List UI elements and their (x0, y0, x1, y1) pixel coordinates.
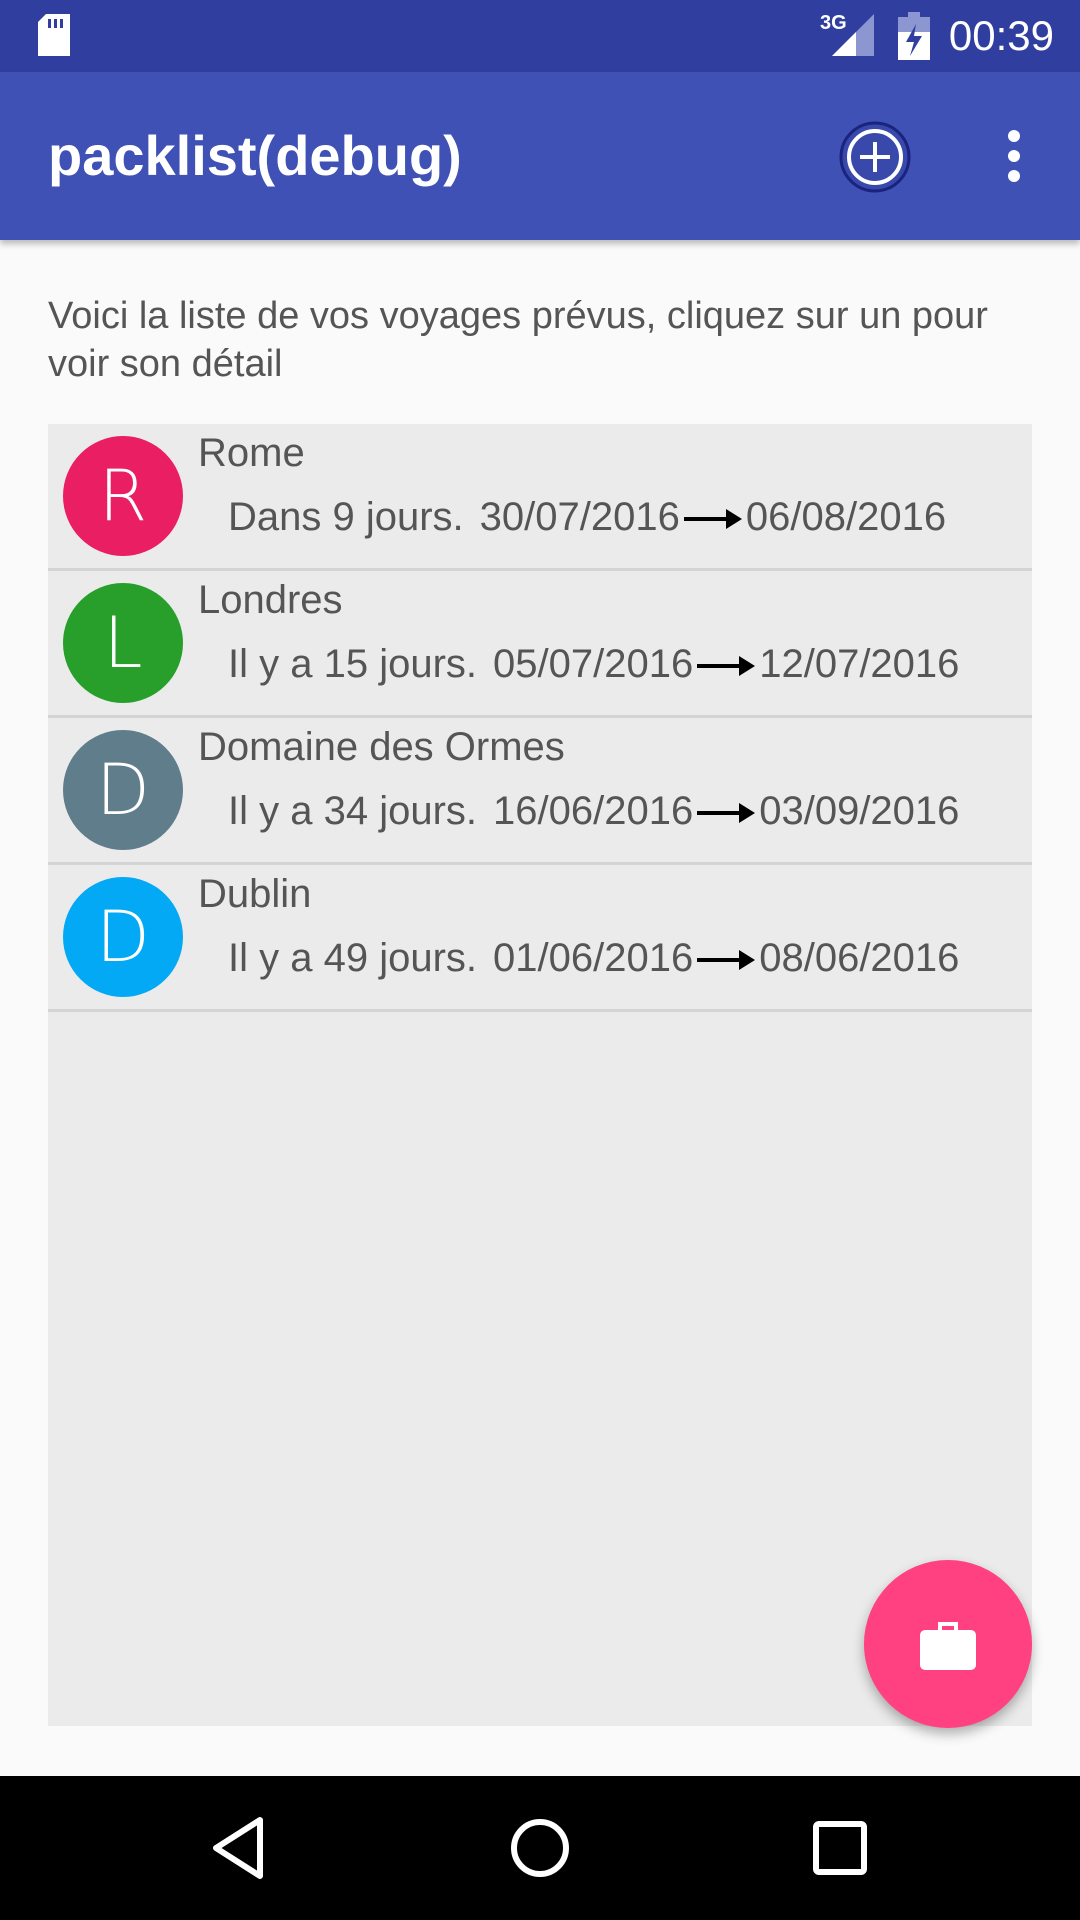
signal-icon: 3G (820, 12, 876, 58)
add-trip-button[interactable] (838, 120, 912, 194)
trip-name: Dublin (198, 872, 312, 916)
briefcase-icon (920, 1622, 976, 1670)
more-options-button[interactable] (996, 120, 1032, 192)
arrow-right-icon (697, 656, 756, 677)
trip-avatar: D (63, 730, 183, 850)
status-clock: 00:39 (948, 12, 1054, 59)
arrow-right-icon (683, 509, 742, 530)
trip-row-dublin[interactable]: D Dublin Il y a 49 jours. 01/06/2016 08/06… (48, 865, 1032, 1012)
trip-meta: Il y a 34 jours. 16/06/2016 03/09/2016 (228, 788, 959, 834)
trip-meta: Il y a 15 jours. 05/07/2016 12/07/2016 (228, 641, 959, 687)
trip-meta: Il y a 49 jours. 01/06/2016 08/06/2016 (228, 935, 959, 981)
trip-list: R Rome Dans 9 jours. 30/07/2016 06/08/2016… (48, 424, 1032, 1726)
back-icon[interactable] (204, 1812, 276, 1884)
trip-relative-time: Il y a 34 jours. (228, 789, 478, 833)
trip-row-londres[interactable]: L Londres Il y a 15 jours. 05/07/2016 12/0… (48, 571, 1032, 718)
battery-icon (898, 12, 930, 60)
trip-end-date: 12/07/2016 (759, 642, 960, 686)
arrow-right-icon (697, 950, 756, 971)
trip-name: Domaine des Ormes (198, 725, 565, 769)
trip-start-date: 30/07/2016 (479, 495, 680, 539)
home-icon[interactable] (504, 1812, 576, 1884)
trip-start-date: 05/07/2016 (493, 642, 694, 686)
trip-end-date: 06/08/2016 (745, 495, 947, 539)
intro-text: Voici la liste de vos voyages prévus, cl… (48, 295, 988, 385)
trip-relative-time: Dans 9 jours. (228, 495, 464, 539)
trip-avatar: R (63, 436, 183, 556)
trip-start-date: 01/06/2016 (493, 936, 694, 980)
status-bar: 3G 00:39 (0, 0, 1080, 72)
trip-name: Rome (198, 431, 305, 475)
trip-row-rome[interactable]: R Rome Dans 9 jours. 30/07/2016 06/08/2016 (48, 424, 1032, 571)
trip-relative-time: Il y a 49 jours. (228, 936, 478, 980)
trip-relative-time: Il y a 15 jours. (228, 642, 478, 686)
trip-end-date: 03/09/2016 (759, 789, 960, 833)
trip-end-date: 08/06/2016 (759, 936, 960, 980)
arrow-right-icon (697, 803, 756, 824)
trip-avatar: L (63, 583, 183, 703)
navigation-bar (0, 1776, 1080, 1920)
trip-name: Londres (198, 578, 343, 622)
new-packlist-fab[interactable] (864, 1560, 1032, 1728)
app-title: packlist(debug) (48, 124, 462, 187)
sd-card-icon (38, 14, 70, 56)
trip-avatar: D (63, 877, 183, 997)
trip-meta: Dans 9 jours. 30/07/2016 06/08/2016 (228, 494, 946, 540)
recents-icon[interactable] (804, 1812, 876, 1884)
app-bar: packlist(debug) (0, 72, 1080, 240)
trip-row-domaine-des-ormes[interactable]: D Domaine des Ormes Il y a 34 jours. 16/0… (48, 718, 1032, 865)
trip-start-date: 16/06/2016 (493, 789, 694, 833)
